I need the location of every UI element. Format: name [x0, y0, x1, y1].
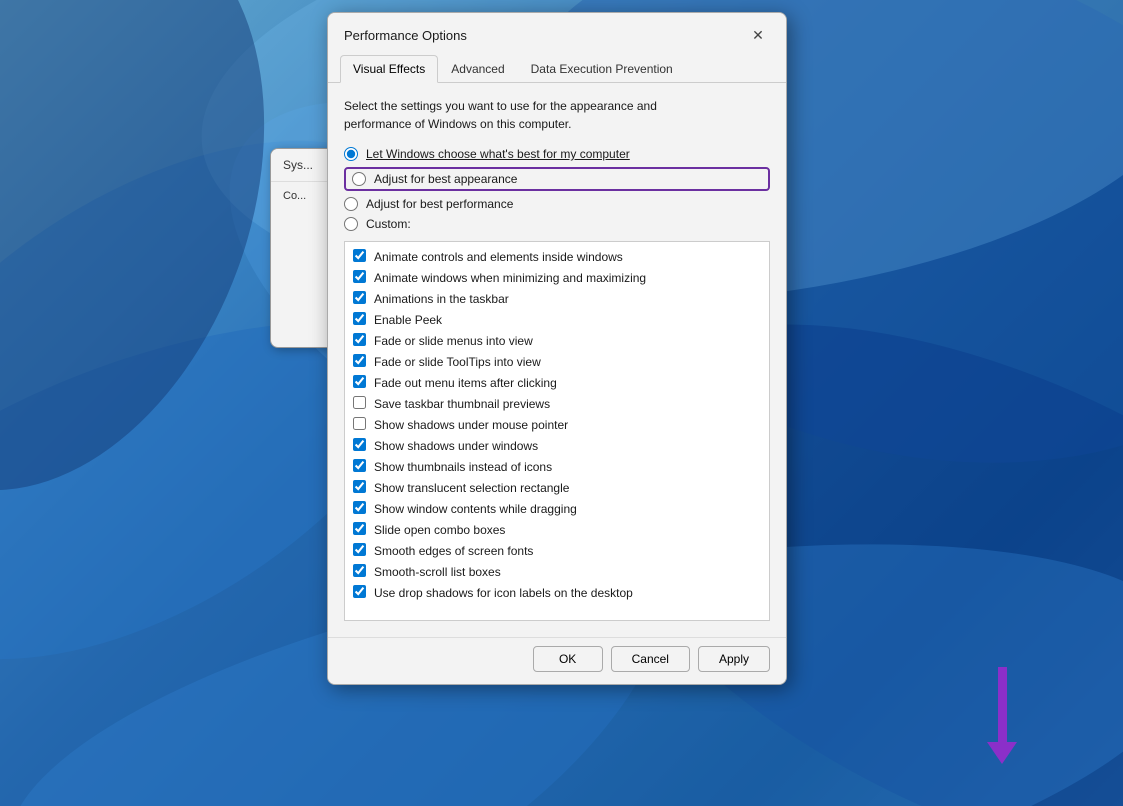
checkbox-item[interactable]: Smooth-scroll list boxes [353, 563, 761, 581]
checkbox-input-9[interactable] [353, 438, 366, 451]
checkbox-label-0: Animate controls and elements inside win… [374, 248, 623, 266]
checkbox-input-13[interactable] [353, 522, 366, 535]
dialog-content-area: Select the settings you want to use for … [328, 83, 786, 637]
checkbox-label-2: Animations in the taskbar [374, 290, 509, 308]
radio-group: Let Windows choose what's best for my co… [344, 147, 770, 231]
checkbox-label-1: Animate windows when minimizing and maxi… [374, 269, 646, 287]
checkbox-input-15[interactable] [353, 564, 366, 577]
checkbox-label-16: Use drop shadows for icon labels on the … [374, 584, 633, 602]
radio-custom-input[interactable] [344, 217, 358, 231]
radio-performance-label: Adjust for best performance [366, 197, 513, 211]
arrow-head [987, 742, 1017, 764]
checkbox-input-0[interactable] [353, 249, 366, 262]
checkbox-item[interactable]: Use drop shadows for icon labels on the … [353, 584, 761, 602]
checkbox-input-3[interactable] [353, 312, 366, 325]
checkbox-input-16[interactable] [353, 585, 366, 598]
arrow-shaft [998, 667, 1007, 742]
checkbox-input-7[interactable] [353, 396, 366, 409]
checkbox-item[interactable]: Fade or slide ToolTips into view [353, 353, 761, 371]
close-button[interactable]: ✕ [746, 23, 770, 47]
checkbox-input-12[interactable] [353, 501, 366, 514]
checkbox-item[interactable]: Show shadows under mouse pointer [353, 416, 761, 434]
checkbox-item[interactable]: Enable Peek [353, 311, 761, 329]
checkbox-item[interactable]: Animate controls and elements inside win… [353, 248, 761, 266]
ok-button[interactable]: OK [533, 646, 603, 672]
checkbox-input-14[interactable] [353, 543, 366, 556]
checkbox-item[interactable]: Fade out menu items after clicking [353, 374, 761, 392]
checkbox-label-5: Fade or slide ToolTips into view [374, 353, 541, 371]
radio-auto[interactable]: Let Windows choose what's best for my co… [344, 147, 770, 161]
checkbox-label-14: Smooth edges of screen fonts [374, 542, 533, 560]
radio-performance-input[interactable] [344, 197, 358, 211]
apply-button[interactable]: Apply [698, 646, 770, 672]
checkbox-input-8[interactable] [353, 417, 366, 430]
checkbox-label-6: Fade out menu items after clicking [374, 374, 557, 392]
checkbox-input-4[interactable] [353, 333, 366, 346]
checkbox-input-10[interactable] [353, 459, 366, 472]
checkbox-label-3: Enable Peek [374, 311, 442, 329]
effects-checkbox-list[interactable]: Animate controls and elements inside win… [344, 241, 770, 621]
description-text: Select the settings you want to use for … [344, 97, 770, 133]
checkbox-item[interactable]: Slide open combo boxes [353, 521, 761, 539]
checkbox-item[interactable]: Show thumbnails instead of icons [353, 458, 761, 476]
checkbox-item[interactable]: Fade or slide menus into view [353, 332, 761, 350]
dialog-title: Performance Options [344, 28, 467, 43]
checkbox-label-9: Show shadows under windows [374, 437, 538, 455]
checkbox-input-11[interactable] [353, 480, 366, 493]
checkbox-input-6[interactable] [353, 375, 366, 388]
radio-custom[interactable]: Custom: [344, 217, 770, 231]
radio-appearance-input[interactable] [352, 172, 366, 186]
checkbox-input-2[interactable] [353, 291, 366, 304]
checkbox-label-4: Fade or slide menus into view [374, 332, 533, 350]
checkbox-input-5[interactable] [353, 354, 366, 367]
dialog-titlebar: Performance Options ✕ [328, 13, 786, 55]
sys-dialog-text: Co... [283, 190, 306, 202]
checkbox-label-11: Show translucent selection rectangle [374, 479, 569, 497]
dialog-tabs: Visual Effects Advanced Data Execution P… [328, 55, 786, 83]
checkbox-item[interactable]: Show shadows under windows [353, 437, 761, 455]
checkbox-item[interactable]: Show window contents while dragging [353, 500, 761, 518]
dialog-buttons: OK Cancel Apply [328, 637, 786, 684]
checkbox-label-12: Show window contents while dragging [374, 500, 577, 518]
checkbox-label-7: Save taskbar thumbnail previews [374, 395, 550, 413]
checkbox-label-10: Show thumbnails instead of icons [374, 458, 552, 476]
radio-appearance-label: Adjust for best appearance [374, 172, 517, 186]
checkbox-item[interactable]: Animate windows when minimizing and maxi… [353, 269, 761, 287]
radio-auto-input[interactable] [344, 147, 358, 161]
checkbox-item[interactable]: Smooth edges of screen fonts [353, 542, 761, 560]
checkbox-label-13: Slide open combo boxes [374, 521, 505, 539]
tab-dep[interactable]: Data Execution Prevention [518, 55, 686, 83]
cancel-button[interactable]: Cancel [611, 646, 690, 672]
radio-auto-label: Let Windows choose what's best for my co… [366, 147, 630, 161]
checkbox-label-8: Show shadows under mouse pointer [374, 416, 568, 434]
checkbox-item[interactable]: Show translucent selection rectangle [353, 479, 761, 497]
checkbox-item[interactable]: Animations in the taskbar [353, 290, 761, 308]
checkbox-label-15: Smooth-scroll list boxes [374, 563, 501, 581]
checkbox-item[interactable]: Save taskbar thumbnail previews [353, 395, 761, 413]
sys-dialog-title: Sys... [283, 158, 313, 172]
tab-visual-effects[interactable]: Visual Effects [340, 55, 438, 83]
radio-appearance-highlighted[interactable]: Adjust for best appearance [344, 167, 770, 191]
checkbox-input-1[interactable] [353, 270, 366, 283]
performance-options-dialog: Performance Options ✕ Visual Effects Adv… [327, 12, 787, 685]
radio-custom-label: Custom: [366, 217, 411, 231]
radio-performance[interactable]: Adjust for best performance [344, 197, 770, 211]
annotation-arrow [987, 667, 1017, 764]
tab-advanced[interactable]: Advanced [438, 55, 517, 83]
